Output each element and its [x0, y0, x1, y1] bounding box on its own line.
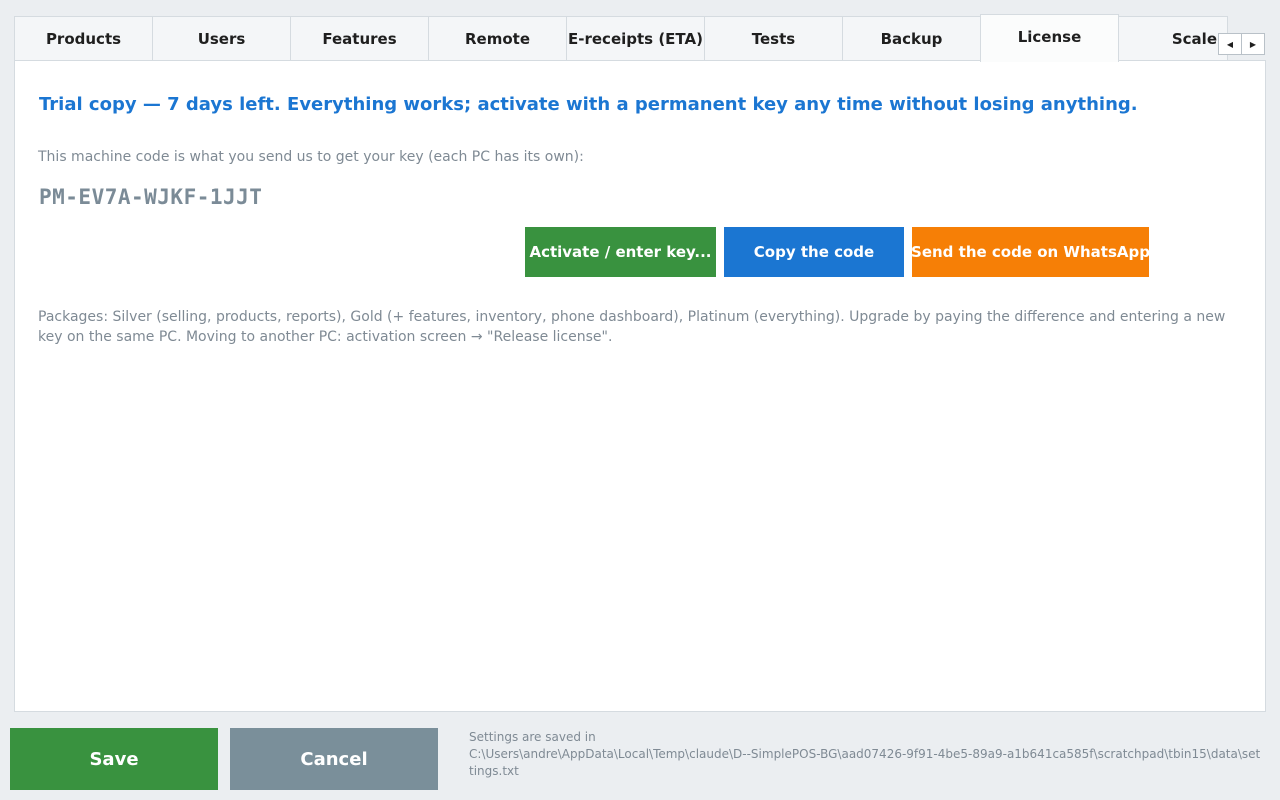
- packages-info: Packages: Silver (selling, products, rep…: [38, 309, 1226, 345]
- tab-license[interactable]: License: [980, 14, 1119, 62]
- tab-users[interactable]: Users: [152, 16, 291, 61]
- tab-scale[interactable]: Scale: [1118, 16, 1228, 61]
- tab-strip: Products Users Features Remote E-receipt…: [14, 14, 1266, 62]
- tab-scroll-left-button[interactable]: ◀: [1218, 33, 1242, 55]
- send-whatsapp-button[interactable]: Send the code on WhatsApp: [911, 227, 1150, 277]
- settings-file-path: C:\Users\andre\AppData\Local\Temp\claude…: [469, 747, 1261, 778]
- triangle-left-icon: ◀: [1226, 39, 1234, 49]
- settings-window: Products Users Features Remote E-receipt…: [0, 0, 1280, 800]
- trial-message: Trial copy — 7 days left. Everything wor…: [39, 94, 1138, 115]
- tab-features[interactable]: Features: [290, 16, 429, 61]
- license-panel: Trial copy — 7 days left. Everything wor…: [14, 60, 1266, 712]
- cancel-button[interactable]: Cancel: [230, 728, 438, 790]
- save-button[interactable]: Save: [10, 728, 218, 790]
- copy-code-button[interactable]: Copy the code: [724, 227, 904, 277]
- activate-key-button[interactable]: Activate / enter key...: [525, 227, 716, 277]
- tab-tests[interactable]: Tests: [704, 16, 843, 61]
- machine-code: PM-EV7A-WJKF-1JJT: [39, 185, 263, 209]
- saved-in-label: Settings are saved in: [469, 730, 596, 744]
- settings-path-info: Settings are saved in C:\Users\andre\App…: [469, 729, 1264, 780]
- tab-scroll-controls: ◀ ▶: [1218, 33, 1265, 55]
- tab-backup[interactable]: Backup: [842, 16, 981, 61]
- tab-e-receipts[interactable]: E-receipts (ETA): [566, 16, 705, 61]
- triangle-right-icon: ▶: [1249, 39, 1257, 49]
- tab-remote[interactable]: Remote: [428, 16, 567, 61]
- tab-scroll-right-button[interactable]: ▶: [1241, 33, 1265, 55]
- tab-products[interactable]: Products: [14, 16, 153, 61]
- machine-code-label: This machine code is what you send us to…: [38, 149, 584, 165]
